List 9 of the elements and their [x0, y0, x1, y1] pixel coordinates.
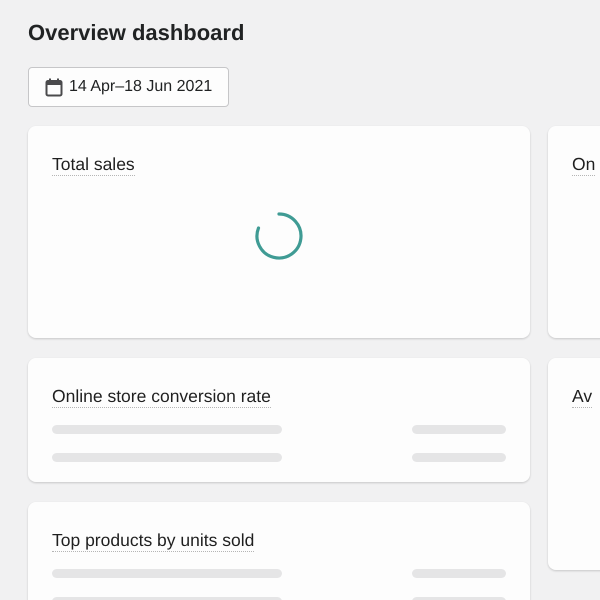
card-title: Online store conversion rate: [52, 385, 271, 408]
loading-spinner-icon: [254, 211, 304, 261]
date-range-button[interactable]: 14 Apr–18 Jun 2021: [28, 67, 230, 107]
card-title: Total sales: [52, 153, 135, 176]
page-title: Overview dashboard: [28, 20, 246, 46]
card-title: On: [572, 153, 596, 176]
calendar-icon: [45, 78, 63, 96]
card-title: Top products by units sold: [52, 529, 254, 552]
card-title: Av: [572, 385, 592, 408]
